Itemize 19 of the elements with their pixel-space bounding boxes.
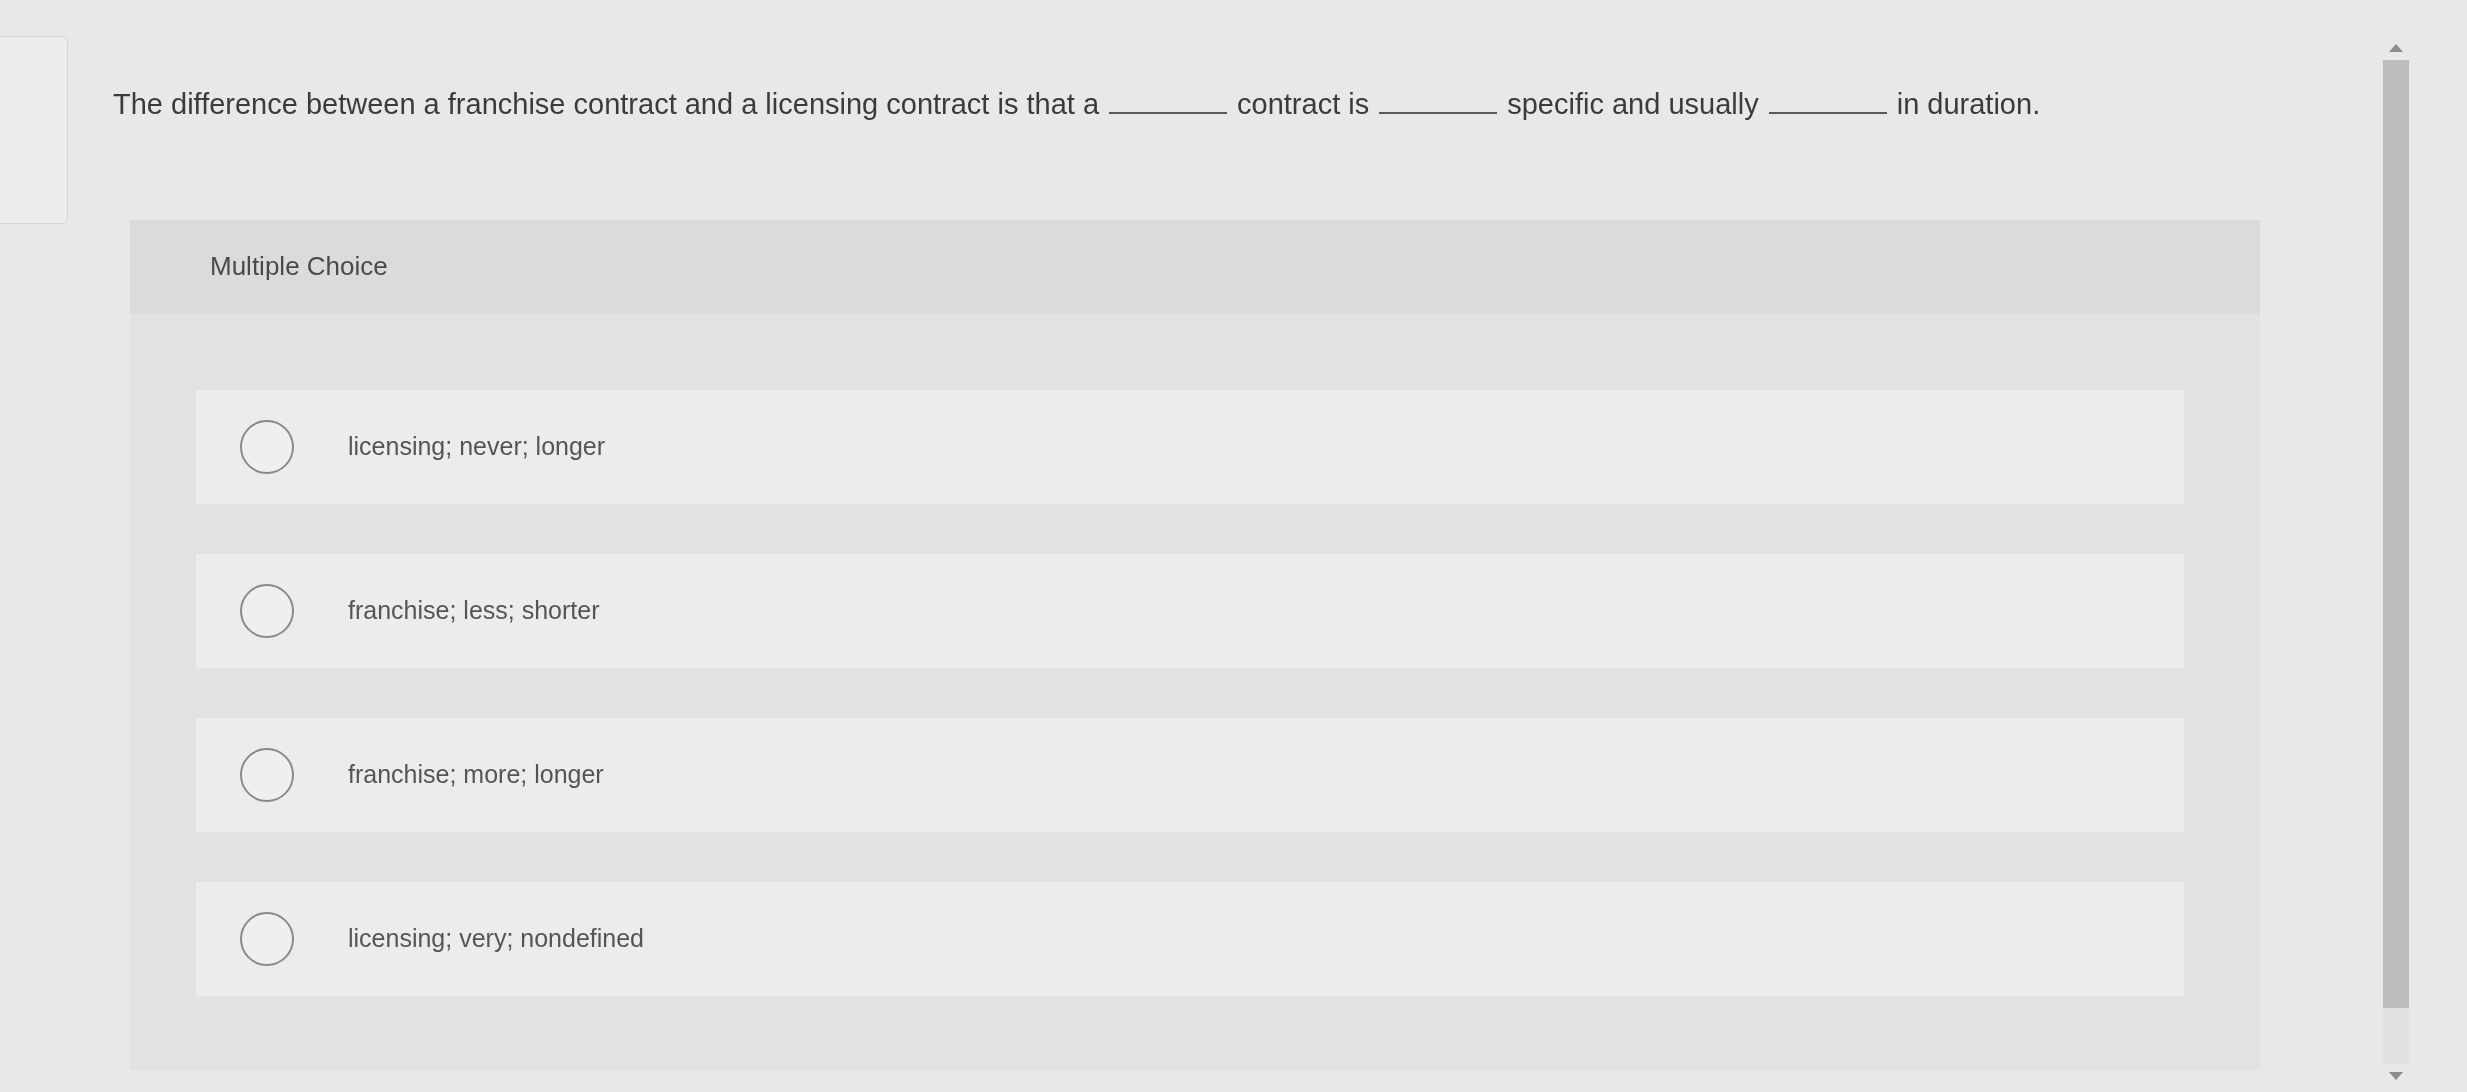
option-text: licensing; very; nondefined <box>348 924 645 954</box>
scroll-up-icon[interactable] <box>2389 44 2403 52</box>
radio-button[interactable] <box>240 419 294 474</box>
radio-button[interactable] <box>240 911 294 966</box>
question-type-label: Multiple Choice <box>210 251 388 283</box>
answer-option[interactable]: franchise; less; shorter <box>196 553 2184 668</box>
question-text: specific and usually <box>1507 87 1759 122</box>
option-text: franchise; less; shorter <box>348 596 600 626</box>
radio-button[interactable] <box>240 747 294 802</box>
question-text: contract is <box>1237 87 1370 122</box>
question-text: The difference between a franchise contract and a licensing contract is that a <box>113 87 1100 122</box>
question-text: in duration. <box>1896 87 2041 122</box>
answer-option[interactable]: licensing; very; nondefined <box>196 881 2184 996</box>
radio-button[interactable] <box>240 583 294 638</box>
answer-option[interactable]: franchise; more; longer <box>196 717 2184 832</box>
scroll-down-icon[interactable] <box>2389 1072 2403 1080</box>
option-text: franchise; more; longer <box>348 760 604 790</box>
answer-option[interactable]: licensing; never; longer <box>196 389 2184 504</box>
option-text: licensing; never; longer <box>348 432 606 462</box>
